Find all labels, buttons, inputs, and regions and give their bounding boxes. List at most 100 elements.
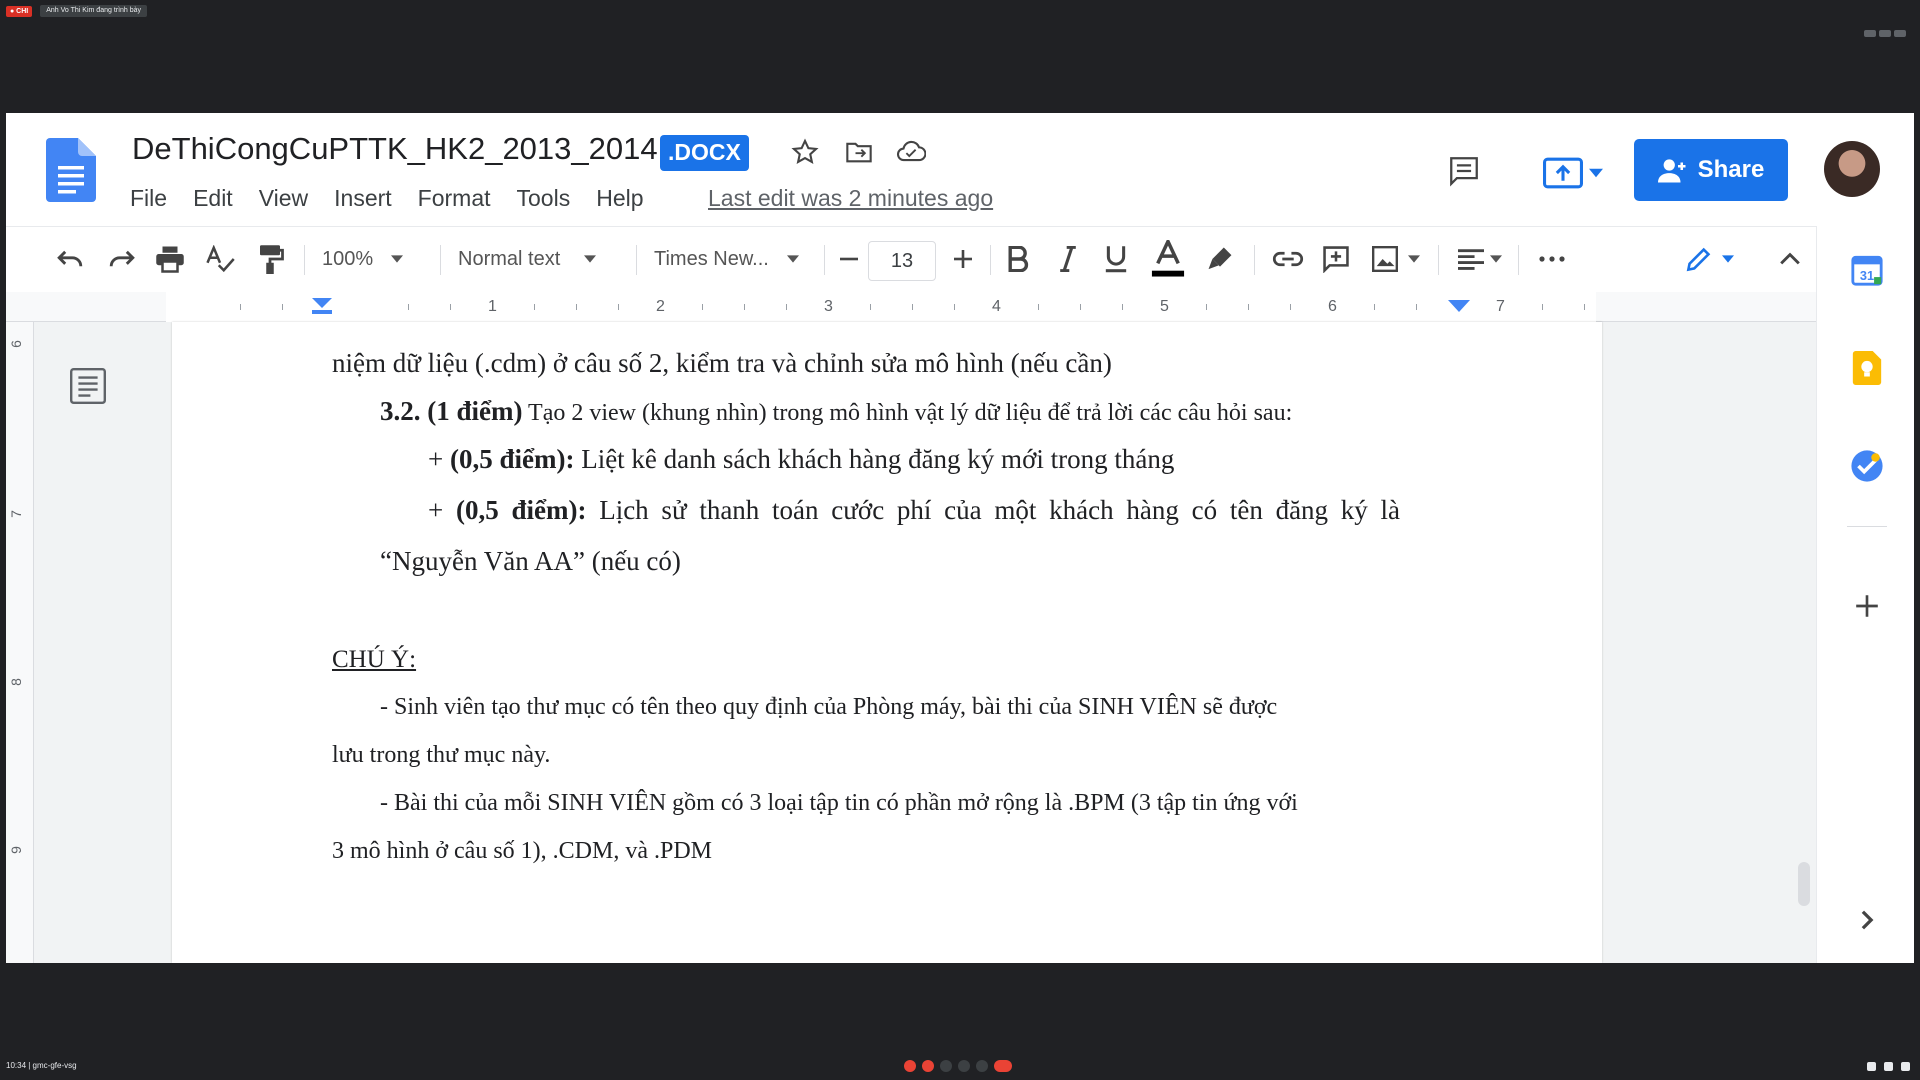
menu-view[interactable]: View [259,185,308,212]
share-button[interactable]: Share [1634,139,1788,201]
editing-mode-select[interactable] [1674,237,1746,281]
move-to-folder-icon[interactable] [842,135,876,169]
ruler-number: 3 [824,298,833,315]
align-select[interactable] [1452,237,1508,281]
ruler-number: 6 [1328,298,1337,315]
document-page[interactable]: niệm dữ liệu (.cdm) ở câu số 2, kiểm tra… [172,322,1602,963]
calendar-icon[interactable]: 31 [1849,252,1885,288]
body-line: niệm dữ liệu (.cdm) ở câu số 2, kiểm tra… [332,348,1112,378]
more-options-icon[interactable] [1532,237,1572,281]
question-item-2-cont: “Nguyễn Văn AA” (nếu có) [380,546,681,576]
docx-badge: .DOCX [660,135,749,171]
cloud-status-icon[interactable] [894,135,928,169]
note-line: - Sinh viên tạo thư mục có tên theo quy … [380,694,1278,720]
horizontal-ruler[interactable]: 1 2 3 4 5 6 7 [6,292,1816,322]
ruler-track [166,292,1596,322]
comment-history-icon[interactable] [1440,149,1488,193]
bullet-prefix: + [428,495,456,525]
menu-tools[interactable]: Tools [517,185,571,212]
document-outline-icon[interactable] [70,368,106,404]
paint-format-icon[interactable] [250,237,290,281]
align-left-icon [1458,249,1484,270]
chevron-down-icon [1589,168,1603,178]
share-label: Share [1697,156,1765,183]
font-select[interactable]: Times New... [654,237,814,281]
pencil-icon [1686,247,1711,272]
paragraph-style-select[interactable]: Normal text [458,237,628,281]
spellcheck-icon[interactable] [200,237,240,281]
note-line: - Bài thi của mỗi SINH VIÊN gồm có 3 loạ… [380,790,1298,816]
vruler-number: 6 [7,340,24,348]
chevron-right-icon[interactable] [1849,902,1885,938]
item-points: (0,5 điểm): [449,444,575,474]
info-icon[interactable] [1867,1062,1876,1071]
vertical-ruler[interactable]: 6 7 8 9 [6,322,34,963]
menu-file[interactable]: File [130,185,167,212]
chevron-down-icon [391,255,404,263]
ruler-number: 5 [1160,298,1169,315]
people-icon[interactable] [1884,1062,1893,1071]
note-heading: CHÚ Ý: [332,646,417,673]
note-line: 3 mô hình ở câu số 1), .CDM, và .PDM [332,838,713,864]
menu-help[interactable]: Help [596,185,643,212]
left-indent-marker-icon[interactable] [310,298,334,314]
chat-icon[interactable] [1901,1062,1910,1071]
star-icon[interactable] [788,135,822,169]
tasks-icon[interactable] [1849,448,1885,484]
text-color-icon[interactable] [1148,237,1188,281]
pin-icon[interactable] [1864,30,1876,37]
chevron-down-icon [1408,255,1420,263]
fullscreen-icon[interactable] [1894,30,1906,37]
vertical-scrollbar[interactable] [1798,862,1810,906]
add-addon-icon[interactable] [1849,588,1885,624]
meet-controls [904,1060,1012,1072]
image-icon [1372,246,1398,272]
insert-image-button[interactable] [1364,237,1428,281]
last-edit-link[interactable]: Last edit was 2 minutes ago [708,185,993,212]
keep-icon[interactable] [1849,350,1885,386]
vruler-number: 8 [7,678,24,686]
layout-icon[interactable] [1879,30,1891,37]
item-points: (0,5 điểm): [455,495,587,525]
undo-icon[interactable] [50,237,90,281]
docs-window: DeThiCongCuPTTK_HK2_2013_2014 .DOCX File… [6,113,1914,963]
insert-link-icon[interactable] [1268,237,1308,281]
highlight-color-icon[interactable] [1200,237,1240,281]
more-options-icon[interactable] [976,1060,988,1072]
present-now-icon[interactable] [958,1060,970,1072]
meet-bottom-bar: 10:34 | gmc-gfe-vsg [0,1056,1920,1080]
document-title[interactable]: DeThiCongCuPTTK_HK2_2013_2014 [132,131,658,167]
ruler-number: 2 [656,298,665,315]
camera-off-icon[interactable] [922,1060,934,1072]
present-button[interactable] [1526,145,1620,201]
ruler-number: 1 [488,298,497,315]
vruler-number: 7 [7,510,24,518]
document-canvas[interactable]: niệm dữ liệu (.cdm) ở câu số 2, kiểm tra… [34,322,1816,963]
docs-logo-icon[interactable] [46,138,96,202]
question-item-2: + (0,5 điểm): Lịch sử thanh toán cước ph… [428,495,1400,526]
menu-edit[interactable]: Edit [193,185,233,212]
menu-bar: File Edit View Insert Format Tools Help [130,185,644,212]
print-icon[interactable] [150,237,190,281]
chevron-down-icon [584,255,597,263]
add-comment-icon[interactable] [1316,237,1356,281]
increase-font-size-icon[interactable] [946,237,980,281]
avatar[interactable] [1824,141,1880,197]
end-call-icon[interactable] [994,1060,1012,1072]
raise-hand-icon[interactable] [940,1060,952,1072]
collapse-menus-icon[interactable] [1770,237,1810,281]
mic-off-icon[interactable] [904,1060,916,1072]
decrease-font-size-icon[interactable] [832,237,866,281]
redo-icon[interactable] [102,237,142,281]
right-indent-marker-icon[interactable] [1448,300,1470,312]
zoom-select[interactable]: 100% [322,237,422,281]
menu-insert[interactable]: Insert [334,185,392,212]
menu-format[interactable]: Format [418,185,491,212]
font-size-input[interactable]: 13 [868,241,936,281]
underline-icon[interactable] [1098,237,1134,281]
font-value: Times New... [654,247,769,270]
person-add-icon [1657,159,1686,183]
bold-icon[interactable] [1000,237,1036,281]
presenter-label: Anh Vo Thi Kim đang trình bày [40,5,148,17]
italic-icon[interactable] [1050,237,1086,281]
